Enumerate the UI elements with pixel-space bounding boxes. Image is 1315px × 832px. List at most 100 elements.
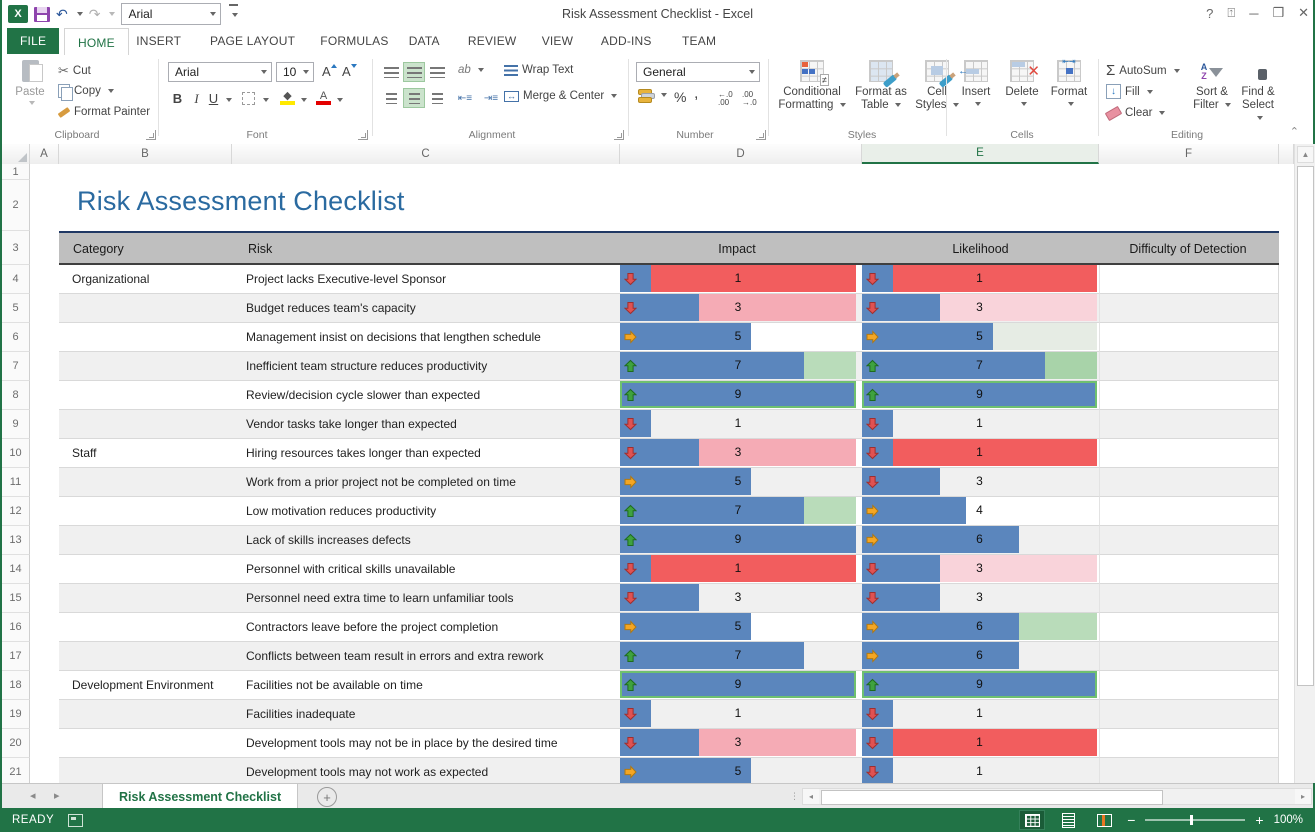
tab-view[interactable]: VIEW [529,28,586,54]
cell-risk[interactable]: Low motivation reduces productivity [232,497,620,526]
cell-likelihood[interactable]: 3 [862,555,1099,584]
increase-font-button[interactable]: A [322,64,331,79]
column-header-d[interactable]: D [620,144,862,164]
cell-impact[interactable]: 5 [620,323,862,352]
cell-risk[interactable]: Facilities not be available on time [232,671,620,700]
sheet-nav-right-icon[interactable]: ▸ [54,789,60,802]
tab-formulas[interactable]: FORMULAS [307,28,401,54]
row-number-17[interactable]: 17 [2,642,30,671]
fill-color-icon[interactable]: ◆ [280,90,295,105]
autosum-button[interactable]: Σ AutoSum [1106,62,1180,79]
row-number-18[interactable]: 18 [2,671,30,700]
cell-likelihood[interactable]: 1 [862,410,1099,439]
cell-risk[interactable]: Development tools may not work as expect… [232,758,620,783]
row-number-6[interactable]: 6 [2,323,30,352]
vertical-scrollbar[interactable]: ▲ [1294,144,1315,783]
sheet-tab-active[interactable]: Risk Assessment Checklist [102,784,298,809]
cell-detection[interactable] [1099,700,1279,729]
row-number-11[interactable]: 11 [2,468,30,497]
fill-color-dropdown-icon[interactable] [301,98,307,102]
cell-impact[interactable]: 9 [620,526,862,555]
number-format-combo[interactable]: General [636,62,760,82]
format-cells-button[interactable]: ⇤⇥ Format [1046,60,1092,106]
row-number-16[interactable]: 16 [2,613,30,642]
cell-likelihood[interactable]: 7 [862,352,1099,381]
undo-dropdown-arrow-icon[interactable] [77,12,83,16]
select-all-corner[interactable] [2,144,30,164]
grid-area[interactable]: 12Risk Assessment Checklist3CategoryRisk… [2,164,1294,783]
horizontal-scrollbar[interactable]: ◂ ▸ [802,788,1312,805]
redo-button[interactable]: ↷ [89,7,101,21]
cell-category[interactable] [59,526,232,555]
font-family-combo[interactable]: Arial [168,62,272,82]
conditional-formatting-button[interactable]: ≠ Conditional Formatting [778,60,846,112]
undo-button[interactable]: ↶ [56,7,68,21]
cell-category[interactable] [59,323,232,352]
row-number-20[interactable]: 20 [2,729,30,758]
cell-risk[interactable]: Management insist on decisions that leng… [232,323,620,352]
sort-filter-button[interactable]: AZ Sort & Filter [1190,60,1234,112]
comma-style-button[interactable]: , [694,85,698,103]
increase-decimal-button[interactable]: ←.0 .00 [718,91,733,107]
splitter-dots-icon[interactable]: ⋮ [790,791,800,802]
insert-cells-button[interactable]: ← Insert [954,60,998,106]
zoom-out-button[interactable]: − [1127,813,1135,827]
cell-category[interactable]: Staff [59,439,232,468]
align-top-button[interactable] [380,62,402,82]
underline-button[interactable]: U [205,91,222,106]
zoom-slider-knob[interactable] [1190,815,1193,825]
row-number-9[interactable]: 9 [2,410,30,439]
cell-impact[interactable]: 5 [620,468,862,497]
row-number-5[interactable]: 5 [2,294,30,323]
row-number-3[interactable]: 3 [2,231,30,265]
tab-review[interactable]: REVIEW [455,28,530,54]
italic-button[interactable]: I [188,91,205,107]
cell-impact[interactable]: 7 [620,497,862,526]
borders-icon[interactable] [242,92,255,105]
tab-page-layout[interactable]: PAGE LAYOUT [197,28,308,54]
cell-category[interactable] [59,700,232,729]
cell-impact[interactable]: 3 [620,729,862,758]
sheet-nav-left-icon[interactable]: ◂ [30,789,36,802]
cell-risk[interactable]: Work from a prior project not be complet… [232,468,620,497]
cell-likelihood[interactable]: 1 [862,439,1099,468]
copy-button[interactable]: Copy [58,84,114,98]
tab-home[interactable]: HOME [64,28,129,56]
cell-impact[interactable]: 1 [620,410,862,439]
cell-detection[interactable] [1099,555,1279,584]
row-number-1[interactable]: 1 [2,164,30,180]
cell-impact[interactable]: 5 [620,758,862,783]
clipboard-dialog-launcher[interactable] [146,130,156,140]
cell-category[interactable] [59,294,232,323]
cell-risk[interactable]: Contractors leave before the project com… [232,613,620,642]
zoom-in-button[interactable]: + [1255,813,1263,827]
number-dialog-launcher[interactable] [756,130,766,140]
cell-risk[interactable]: Project lacks Executive-level Sponsor [232,265,620,294]
row-number-2[interactable]: 2 [2,180,30,231]
cell-risk[interactable]: Lack of skills increases defects [232,526,620,555]
horizontal-scroll-thumb[interactable] [821,790,1163,805]
decrease-indent-button[interactable]: ⇤≡ [454,88,476,108]
qat-customize-button[interactable] [229,4,238,25]
row-number-8[interactable]: 8 [2,381,30,410]
help-button[interactable]: ? [1206,6,1213,21]
close-button[interactable]: ✕ [1298,5,1309,21]
qat-font-combo[interactable]: Arial [121,3,221,25]
cell-category[interactable] [59,381,232,410]
alignment-dialog-launcher[interactable] [614,130,624,140]
cell-likelihood[interactable]: 1 [862,758,1099,783]
maximize-button[interactable]: ❒ [1272,5,1284,21]
cell-category[interactable] [59,468,232,497]
cell-likelihood[interactable]: 3 [862,294,1099,323]
cut-button[interactable]: ✂Cut [58,63,91,79]
align-right-button[interactable] [426,88,448,108]
cell-risk[interactable]: Hiring resources takes longer than expec… [232,439,620,468]
cell-detection[interactable] [1099,352,1279,381]
cell-detection[interactable] [1099,468,1279,497]
cell-detection[interactable] [1099,323,1279,352]
cell-impact[interactable]: 5 [620,613,862,642]
cell-impact[interactable]: 9 [620,671,862,700]
clear-button[interactable]: Clear [1106,107,1165,119]
cell-category[interactable]: Development Environment [59,671,232,700]
cell-impact[interactable]: 1 [620,700,862,729]
